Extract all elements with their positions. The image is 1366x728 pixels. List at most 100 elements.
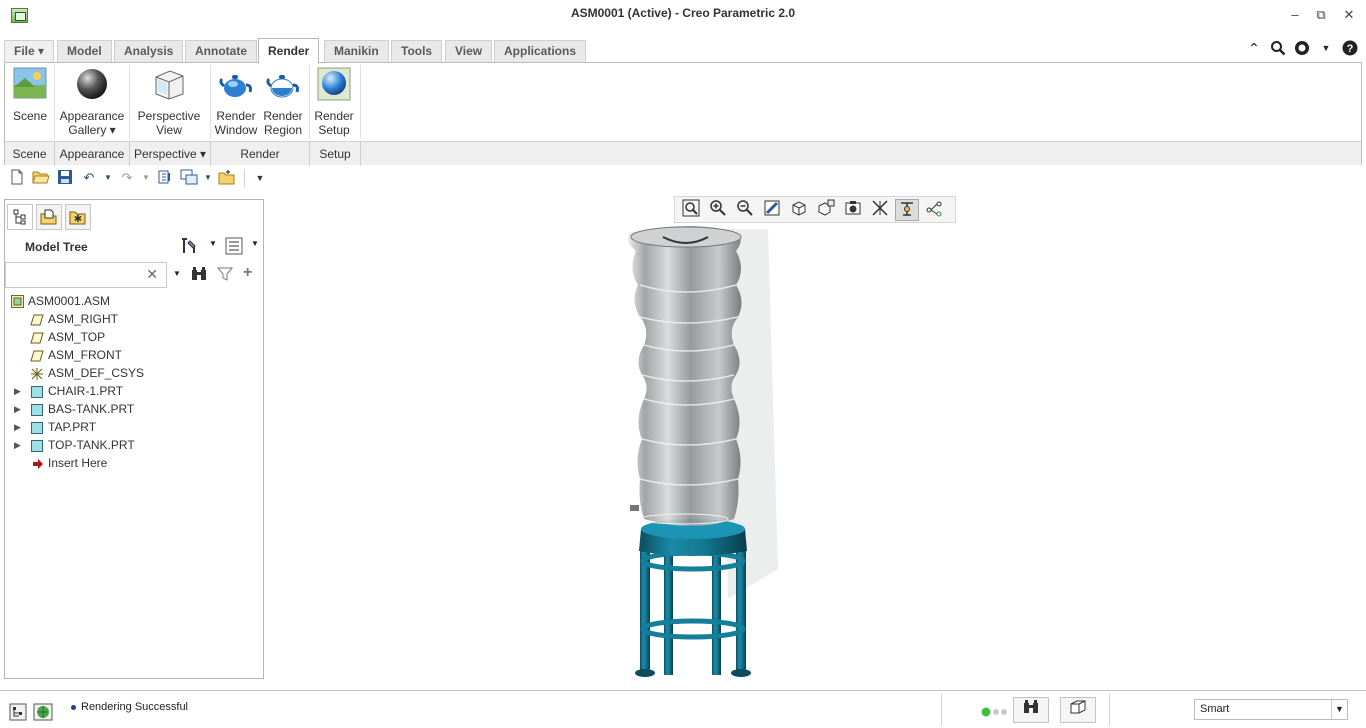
show-dropdown-icon[interactable]: ▼ bbox=[251, 239, 259, 248]
group-setup[interactable]: Setup bbox=[310, 147, 360, 161]
dropdown-arrow-icon[interactable]: ▼ bbox=[1318, 40, 1334, 56]
part-icon bbox=[31, 439, 43, 452]
render-region-button[interactable]: Render Region bbox=[261, 67, 305, 137]
close-icon[interactable]: ✕ bbox=[1341, 7, 1357, 23]
datum-plane-icon bbox=[30, 349, 44, 362]
redo-dropdown-icon[interactable]: ▼ bbox=[142, 169, 150, 187]
windows-icon[interactable] bbox=[180, 169, 198, 187]
title-bar: ASM0001 (Active) - Creo Parametric 2.0 –… bbox=[0, 0, 1366, 34]
tree-item-asm-def-csys[interactable]: ASM_DEF_CSYS bbox=[5, 364, 263, 382]
tab-analysis[interactable]: Analysis bbox=[114, 40, 184, 62]
tree-item-asm-right[interactable]: ASM_RIGHT bbox=[5, 310, 263, 328]
tree-item-label: ASM_TOP bbox=[48, 330, 106, 344]
expand-arrow-icon[interactable]: ▶ bbox=[14, 382, 21, 400]
new-file-icon[interactable] bbox=[8, 169, 26, 187]
search-dropdown-icon[interactable]: ▼ bbox=[173, 269, 181, 278]
selection-box-button[interactable] bbox=[1060, 697, 1096, 723]
show-navigator-icon[interactable] bbox=[9, 703, 27, 724]
tree-item-insert-here[interactable]: Insert Here bbox=[5, 454, 263, 472]
settings-dropdown-icon[interactable]: ▼ bbox=[209, 239, 217, 248]
folder-browser-tab-icon[interactable] bbox=[36, 204, 62, 230]
svg-text:✱: ✱ bbox=[74, 214, 82, 225]
perspective-label-1: Perspective bbox=[137, 109, 201, 123]
expand-arrow-icon[interactable]: ▶ bbox=[14, 400, 21, 418]
favorites-tab-icon[interactable]: ✱ bbox=[65, 204, 91, 230]
model-tree-tab-icon[interactable] bbox=[7, 204, 33, 230]
part-icon bbox=[31, 385, 43, 398]
tap bbox=[630, 505, 639, 511]
ribbon-group-bar: Scene Appearance Perspective ▾ Render Se… bbox=[5, 141, 1361, 166]
undo-icon[interactable]: ↶ bbox=[80, 169, 98, 187]
undo-dropdown-icon[interactable]: ▼ bbox=[104, 169, 112, 187]
windows-dropdown-icon[interactable]: ▼ bbox=[204, 169, 212, 187]
save-icon[interactable] bbox=[56, 169, 74, 187]
window-title: ASM0001 (Active) - Creo Parametric 2.0 bbox=[570, 6, 796, 20]
tree-item-label: TAP.PRT bbox=[48, 420, 97, 434]
scene-label: Scene bbox=[12, 109, 48, 123]
render-setup-label-2: Setup bbox=[318, 123, 350, 137]
tree-item-label: ASM_FRONT bbox=[48, 348, 123, 362]
minimize-ribbon-icon[interactable]: ⌃ bbox=[1246, 40, 1262, 56]
expand-arrow-icon[interactable]: ▶ bbox=[14, 436, 21, 454]
close-window-folder-icon[interactable] bbox=[218, 169, 236, 187]
tab-manikin[interactable]: Manikin bbox=[324, 40, 389, 62]
add-column-icon[interactable]: + bbox=[243, 264, 252, 282]
settings-tools-icon[interactable] bbox=[181, 237, 201, 258]
community-icon[interactable] bbox=[1294, 40, 1310, 56]
tab-applications[interactable]: Applications bbox=[494, 40, 587, 62]
appearance-gallery-button[interactable]: Appearance Gallery ▾ bbox=[59, 67, 125, 137]
regenerate-icon[interactable] bbox=[156, 169, 174, 187]
customize-qat-icon[interactable]: ▼ bbox=[251, 169, 269, 187]
selection-filter-dropdown[interactable]: Smart ▼ bbox=[1194, 699, 1348, 720]
tab-annotate[interactable]: Annotate bbox=[185, 40, 257, 62]
group-perspective[interactable]: Perspective ▾ bbox=[130, 147, 210, 161]
quick-access-toolbar: ↶ ▼ ↷ ▼ ▼ ▼ bbox=[8, 167, 269, 189]
find-binoculars-icon[interactable] bbox=[190, 266, 208, 285]
regeneration-status-icon[interactable] bbox=[981, 706, 1009, 720]
tab-model[interactable]: Model bbox=[57, 40, 112, 62]
chevron-down-icon[interactable]: ▼ bbox=[1331, 700, 1347, 719]
tab-view[interactable]: View bbox=[445, 40, 493, 62]
help-icon[interactable]: ? bbox=[1342, 40, 1358, 56]
tree-item-asm0001[interactable]: ASM0001.ASM bbox=[5, 292, 263, 310]
tree-item-bas-tank[interactable]: ▶ BAS-TANK.PRT bbox=[5, 400, 263, 418]
restore-icon[interactable]: ⧉ bbox=[1313, 7, 1329, 23]
appearance-label-1: Appearance bbox=[59, 109, 125, 123]
show-browser-icon[interactable] bbox=[33, 703, 53, 724]
ribbon-tabs: File ▾ Model Analysis Annotate Render Ma… bbox=[0, 38, 1366, 64]
ribbon-right-icons: ⌃ ▼ ? bbox=[1246, 38, 1358, 58]
group-render[interactable]: Render bbox=[211, 147, 309, 161]
open-file-icon[interactable] bbox=[32, 169, 50, 187]
graphics-window[interactable] bbox=[268, 189, 1366, 690]
model-tree-search-box[interactable]: ✕ bbox=[5, 262, 167, 288]
render-window-label-1: Render bbox=[216, 109, 256, 123]
search-icon[interactable] bbox=[1270, 40, 1286, 56]
find-button[interactable] bbox=[1013, 697, 1049, 723]
render-setup-icon bbox=[317, 67, 351, 101]
appearance-sphere-icon bbox=[75, 67, 109, 101]
tree-item-chair-1[interactable]: ▶ CHAIR-1.PRT bbox=[5, 382, 263, 400]
datum-plane-icon bbox=[30, 331, 44, 344]
expand-arrow-icon[interactable]: ▶ bbox=[14, 418, 21, 436]
tab-render[interactable]: Render bbox=[258, 38, 320, 64]
tree-item-tap[interactable]: ▶ TAP.PRT bbox=[5, 418, 263, 436]
render-window-button[interactable]: Render Window bbox=[214, 67, 258, 137]
tab-tools[interactable]: Tools bbox=[391, 40, 443, 62]
render-setup-button[interactable]: Render Setup bbox=[312, 67, 356, 137]
scene-button[interactable]: Scene bbox=[9, 67, 51, 123]
tab-file[interactable]: File ▾ bbox=[4, 40, 55, 62]
perspective-view-button[interactable]: Perspective View bbox=[135, 67, 203, 137]
minimize-icon[interactable]: – bbox=[1287, 7, 1303, 23]
model-tree-list: ASM0001.ASM ASM_RIGHT ASM_TOP ASM_FRONT bbox=[5, 292, 263, 472]
tree-item-asm-front[interactable]: ASM_FRONT bbox=[5, 346, 263, 364]
ribbon-panel: Scene Appearance Gallery ▾ Perspective V… bbox=[4, 62, 1362, 166]
group-appearance[interactable]: Appearance bbox=[55, 147, 129, 161]
group-scene[interactable]: Scene bbox=[5, 147, 54, 161]
redo-icon[interactable]: ↷ bbox=[118, 169, 136, 187]
clear-search-icon[interactable]: ✕ bbox=[146, 266, 158, 283]
model-tree-search-input[interactable] bbox=[10, 264, 146, 286]
show-list-icon[interactable] bbox=[225, 237, 243, 258]
tree-item-asm-top[interactable]: ASM_TOP bbox=[5, 328, 263, 346]
filter-funnel-icon[interactable] bbox=[216, 266, 234, 285]
tree-item-top-tank[interactable]: ▶ TOP-TANK.PRT bbox=[5, 436, 263, 454]
